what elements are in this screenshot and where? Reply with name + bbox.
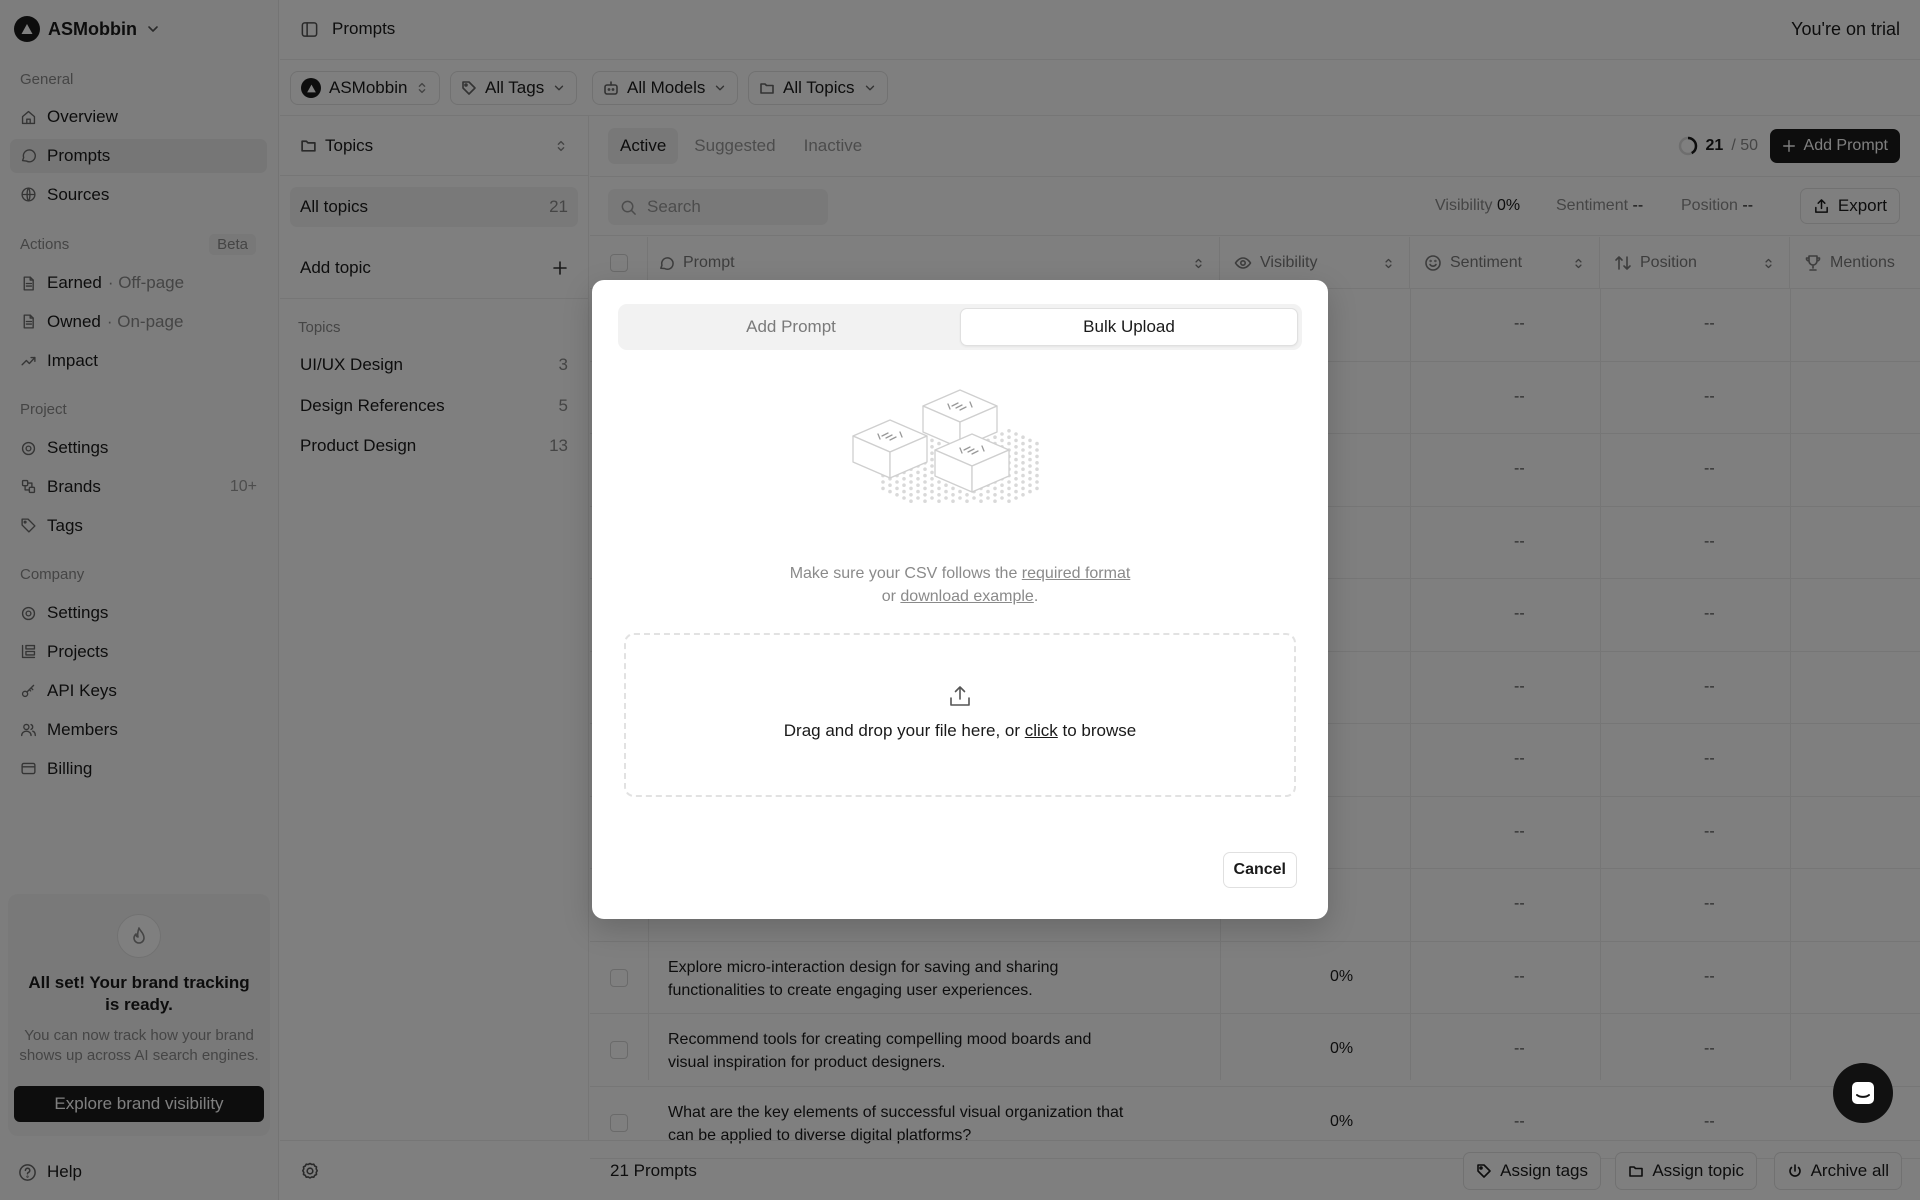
bulk-upload-modal: Add Prompt Bulk Upload Make sure your CS… bbox=[592, 280, 1328, 919]
file-dropzone[interactable]: Drag and drop your file here, or click t… bbox=[624, 633, 1296, 797]
csv-files-illustration bbox=[852, 389, 1039, 503]
dropzone-text: Drag and drop your file here, or click t… bbox=[783, 721, 1137, 740]
upload-icon bbox=[950, 686, 970, 706]
chat-icon bbox=[1852, 1082, 1874, 1104]
required-format-link[interactable]: required format bbox=[1022, 565, 1131, 582]
tab-add-prompt[interactable]: Add Prompt bbox=[622, 308, 960, 346]
cancel-button[interactable]: Cancel bbox=[1222, 852, 1297, 888]
browse-link[interactable]: click bbox=[1025, 721, 1058, 740]
csv-format-hint: Make sure your CSV follows the required … bbox=[789, 565, 1131, 605]
tab-bulk-upload[interactable]: Bulk Upload bbox=[960, 308, 1298, 346]
chat-launcher-button[interactable] bbox=[1833, 1063, 1893, 1123]
download-example-link[interactable]: download example bbox=[900, 588, 1033, 605]
modal-tabs: Add Prompt Bulk Upload bbox=[618, 304, 1302, 350]
